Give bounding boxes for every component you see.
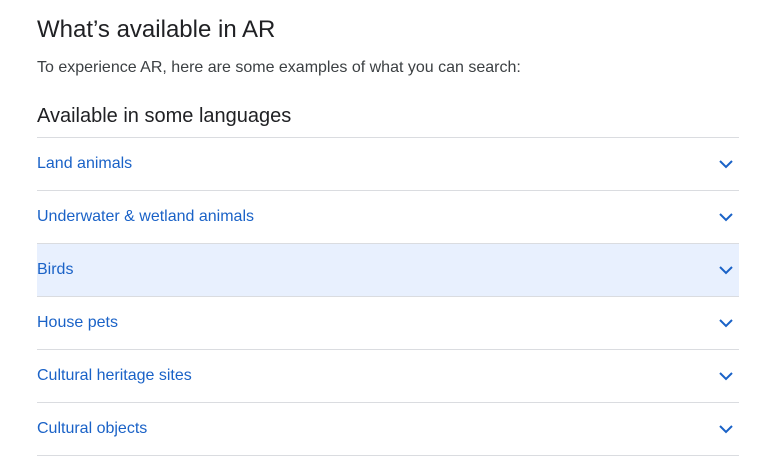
- page-subtitle: To experience AR, here are some examples…: [37, 59, 521, 76]
- accordion-item-label: Birds: [37, 261, 74, 278]
- page: What’s available in AR To experience AR,…: [0, 0, 777, 460]
- accordion-item-land-animals[interactable]: Land animals: [37, 138, 739, 191]
- accordion-item-label: Underwater & wetland animals: [37, 208, 254, 225]
- accordion-item-cultural-objects[interactable]: Cultural objects: [37, 403, 739, 456]
- chevron-down-icon[interactable]: [718, 317, 734, 333]
- accordion-item-birds[interactable]: Birds: [37, 244, 739, 297]
- accordion-list: Land animals Underwater & wetland animal…: [37, 137, 739, 456]
- section-heading: Available in some languages: [37, 105, 292, 127]
- accordion-item-label: Cultural objects: [37, 420, 148, 437]
- accordion-item-underwater-wetland-animals[interactable]: Underwater & wetland animals: [37, 191, 739, 244]
- accordion-item-cultural-heritage-sites[interactable]: Cultural heritage sites: [37, 350, 739, 403]
- chevron-down-icon[interactable]: [718, 370, 734, 386]
- page-title: What’s available in AR: [37, 16, 276, 43]
- accordion-item-label: Land animals: [37, 155, 133, 172]
- chevron-down-icon[interactable]: [718, 211, 734, 227]
- accordion-item-house-pets[interactable]: House pets: [37, 297, 739, 350]
- chevron-down-icon[interactable]: [718, 158, 734, 174]
- chevron-down-icon[interactable]: [718, 264, 734, 280]
- chevron-down-icon[interactable]: [718, 423, 734, 439]
- accordion-item-label: House pets: [37, 314, 118, 331]
- accordion-item-label: Cultural heritage sites: [37, 367, 192, 384]
